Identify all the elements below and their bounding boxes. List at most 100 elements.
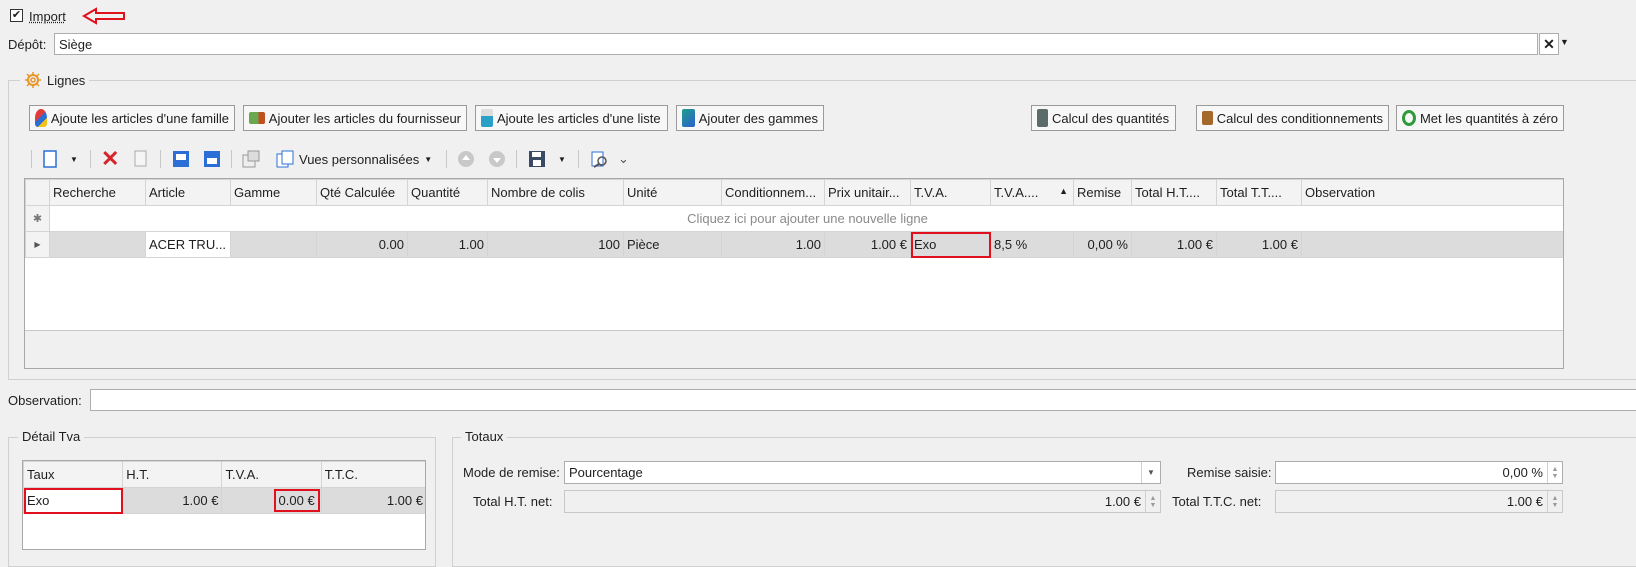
cell-conditionnement[interactable]: 1.00: [721, 231, 825, 258]
cell-tva[interactable]: Exo: [910, 231, 991, 258]
toolbar-separator: [231, 150, 232, 168]
calc-quantities-button[interactable]: Calcul des quantités: [1031, 105, 1176, 131]
column-header[interactable]: Taux: [23, 461, 124, 488]
column-header[interactable]: Prix unitair...: [824, 179, 911, 206]
red-arrow-icon: [82, 7, 125, 25]
column-header[interactable]: Quantité: [407, 179, 488, 206]
delete-icon[interactable]: ✕: [101, 146, 119, 171]
cell-total-ttc[interactable]: 1.00 €: [1216, 231, 1302, 258]
filter-edit-icon[interactable]: [590, 148, 608, 170]
new-dropdown-icon[interactable]: ▼: [70, 148, 78, 170]
layout-icon[interactable]: [242, 148, 260, 170]
depot-label: Dépôt:: [8, 37, 47, 52]
remise-saisie-value: 0,00 %: [1502, 465, 1543, 480]
remise-saisie-label: Remise saisie:: [1187, 465, 1272, 480]
move-down-icon[interactable]: [488, 148, 506, 170]
lignes-legend: Lignes: [20, 71, 90, 89]
new-row[interactable]: ✱ Cliquez ici pour ajouter une nouvelle …: [25, 205, 1563, 232]
toolbar-separator: [31, 150, 32, 168]
cell-gamme[interactable]: [230, 231, 317, 258]
chevron-down-icon[interactable]: ⌄: [618, 148, 629, 170]
column-header[interactable]: Qté Calculée: [316, 179, 408, 206]
import-label[interactable]: Import: [29, 9, 66, 24]
new-row-hint[interactable]: Cliquez ici pour ajouter une nouvelle li…: [49, 205, 1563, 232]
column-header[interactable]: T.V.A.: [221, 461, 322, 488]
observation-field[interactable]: [90, 389, 1636, 411]
column-header[interactable]: T.T.C.: [320, 461, 425, 488]
mode-remise-label: Mode de remise:: [463, 465, 560, 480]
column-header[interactable]: Gamme: [230, 179, 317, 206]
total-ht-spin-icon: ▲ ▼: [1145, 491, 1160, 512]
chevron-down-icon[interactable]: ▼: [1560, 37, 1569, 47]
remise-saisie-input[interactable]: 0,00 % ▲ ▼: [1275, 461, 1563, 484]
import-checkbox[interactable]: ✔: [10, 9, 23, 22]
gear-icon: [25, 72, 41, 88]
views-icon: [276, 150, 294, 168]
column-header-sorted[interactable]: T.V.A.... ▲: [990, 179, 1074, 206]
cell-ttc[interactable]: 1.00 €: [320, 487, 425, 514]
cell-unite[interactable]: Pièce: [623, 231, 722, 258]
column-header[interactable]: Article: [145, 179, 231, 206]
chevron-down-icon: ▼: [424, 154, 433, 164]
total-ttc-spin-icon: ▲ ▼: [1547, 491, 1562, 512]
cell-ht[interactable]: 1.00 €: [122, 487, 223, 514]
detail-tva-grid: Taux H.T. T.V.A. T.T.C. Exo 1.00 € 0.00 …: [22, 460, 426, 550]
cell-prix-unitaire[interactable]: 1.00 €: [824, 231, 911, 258]
cell-quantite[interactable]: 1.00: [407, 231, 488, 258]
cell-observation[interactable]: [1301, 231, 1563, 258]
row-indicator-header: [25, 179, 50, 206]
column-header[interactable]: H.T.: [122, 461, 223, 488]
column-header[interactable]: Nombre de colis: [487, 179, 624, 206]
copy-icon[interactable]: [134, 148, 148, 170]
detail-tva-table: Taux H.T. T.V.A. T.T.C. Exo 1.00 € 0.00 …: [23, 461, 425, 514]
cell-article[interactable]: ACER TRU...: [145, 231, 231, 258]
cell-tva-taux[interactable]: 8,5 %: [990, 231, 1074, 258]
save-dropdown-icon[interactable]: ▼: [558, 148, 566, 170]
toolbar-separator: [446, 150, 447, 168]
cell-tva-value: 0.00 €: [273, 489, 320, 512]
add-supplier-articles-button[interactable]: Ajouter les articles du fournisseur: [243, 105, 467, 131]
sort-ascending-icon: ▲: [1059, 186, 1068, 196]
cell-tva[interactable]: 0.00 €: [221, 487, 322, 514]
custom-views-dropdown[interactable]: Vues personnalisées ▼: [276, 148, 432, 170]
column-header[interactable]: Remise: [1073, 179, 1132, 206]
reset-quantities-button[interactable]: Met les quantités à zéro: [1396, 105, 1564, 131]
cell-nb-colis[interactable]: 100: [487, 231, 624, 258]
column-header[interactable]: Conditionnem...: [721, 179, 825, 206]
depot-field[interactable]: Siège: [54, 33, 1538, 55]
cell-recherche[interactable]: [49, 231, 146, 258]
new-document-icon[interactable]: [42, 148, 58, 170]
cell-qte-calculee[interactable]: 0.00: [316, 231, 408, 258]
save-up-icon[interactable]: [203, 148, 221, 170]
detail-tva-title: Détail Tva: [18, 429, 85, 444]
total-ttc-field: 1.00 € ▲ ▼: [1275, 490, 1563, 513]
table-row[interactable]: ▶ ACER TRU... 0.00 1.00 100 Pièce 1.00 1…: [25, 231, 1563, 258]
add-family-articles-button[interactable]: Ajoute les articles d'une famille: [29, 105, 235, 131]
refresh-icon: [1402, 110, 1416, 126]
save-icon[interactable]: [528, 148, 546, 170]
cell-remise[interactable]: 0,00 %: [1073, 231, 1132, 258]
move-up-icon[interactable]: [457, 148, 475, 170]
cell-total-ht[interactable]: 1.00 €: [1131, 231, 1217, 258]
toolbar-separator: [578, 150, 579, 168]
calc-packaging-button[interactable]: Calcul des conditionnements: [1196, 105, 1389, 131]
add-ranges-button[interactable]: Ajouter des gammes: [676, 105, 824, 131]
mode-remise-select[interactable]: Pourcentage ▼: [564, 461, 1161, 484]
column-header[interactable]: Observation: [1301, 179, 1563, 206]
column-header[interactable]: T.V.A.: [910, 179, 991, 206]
clear-icon[interactable]: ✕: [1539, 33, 1559, 55]
column-header[interactable]: Total H.T....: [1131, 179, 1217, 206]
toolbar-separator: [90, 150, 91, 168]
list-icon: [481, 109, 493, 127]
box-icon: [1202, 111, 1213, 125]
column-header[interactable]: Unité: [623, 179, 722, 206]
save-down-icon[interactable]: [172, 148, 190, 170]
add-list-articles-button[interactable]: Ajoute les articles d'une liste: [475, 105, 668, 131]
cell-taux[interactable]: Exo: [23, 487, 124, 514]
grid-header-row: Taux H.T. T.V.A. T.T.C.: [23, 461, 425, 488]
remise-spin-icon[interactable]: ▲ ▼: [1547, 462, 1562, 483]
column-header[interactable]: Total T.T....: [1216, 179, 1302, 206]
column-header[interactable]: Recherche: [49, 179, 146, 206]
observation-label: Observation:: [8, 393, 82, 408]
table-row[interactable]: Exo 1.00 € 0.00 € 1.00 €: [23, 487, 425, 514]
